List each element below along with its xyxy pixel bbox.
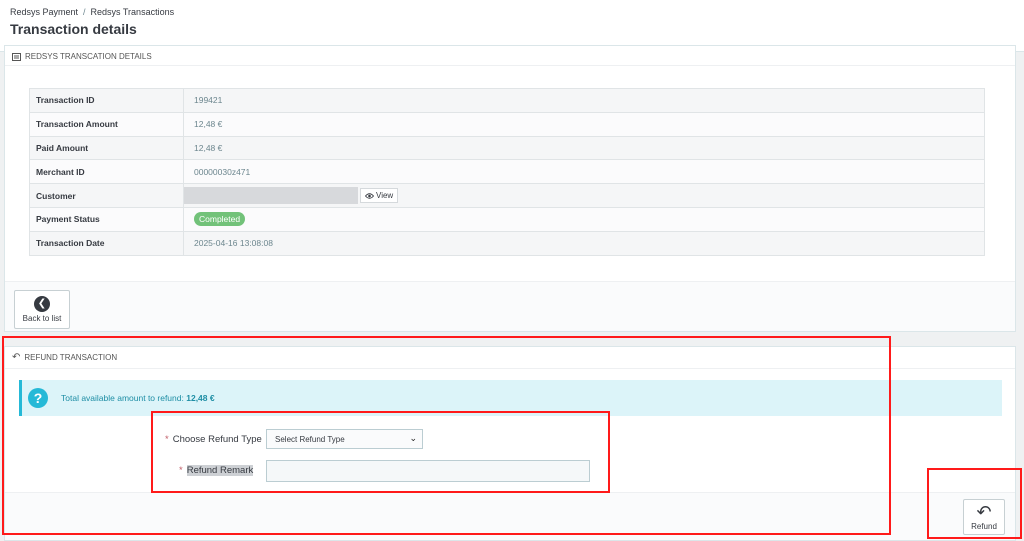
- refund-remark-label: * Refund Remark: [179, 465, 254, 476]
- table-row: Transaction ID 199421: [29, 88, 985, 113]
- refund-remark-input[interactable]: [266, 460, 590, 482]
- refund-type-select[interactable]: Select Refund Type ⌄: [266, 429, 423, 449]
- refund-type-selected: Select Refund Type: [275, 434, 345, 444]
- view-customer-button[interactable]: View: [360, 188, 399, 204]
- refund-heading: REFUND TRANSACTION: [24, 353, 118, 362]
- chevron-down-icon: ⌄: [409, 433, 417, 443]
- eye-icon: [365, 192, 374, 199]
- customer-value: View: [183, 183, 985, 208]
- reply-icon: ↶: [12, 352, 21, 363]
- panel-heading: ↶ REFUND TRANSACTION: [5, 347, 1015, 369]
- row-label: Transaction Amount: [29, 111, 184, 137]
- transaction-details-panel: REDSYS TRANSCATION DETAILS Transaction I…: [4, 45, 1016, 332]
- transaction-details-table: Transaction ID 199421 Transaction Amount…: [29, 88, 985, 256]
- table-row: Merchant ID 00000030z471: [29, 159, 985, 184]
- panel-heading: REDSYS TRANSCATION DETAILS: [5, 46, 1015, 66]
- back-to-list-button[interactable]: ❮ Back to list: [14, 290, 70, 329]
- transaction-amount-value: 12,48 €: [183, 111, 985, 137]
- refund-button[interactable]: ↶ Refund: [963, 499, 1005, 535]
- refund-type-label: * Choose Refund Type: [165, 434, 262, 445]
- back-to-list-label: Back to list: [22, 314, 62, 323]
- refund-button-label: Refund: [971, 521, 997, 531]
- question-circle-icon: ?: [28, 388, 48, 408]
- refund-remark-label-text: Refund Remark: [186, 465, 254, 476]
- arrow-left-circle-icon: ❮: [34, 296, 50, 312]
- breadcrumb-separator: /: [83, 7, 86, 17]
- row-label: Payment Status: [29, 206, 184, 232]
- table-row: Customer View: [29, 183, 985, 208]
- row-label: Merchant ID: [29, 159, 184, 184]
- table-row: Payment Status Completed: [29, 206, 985, 232]
- breadcrumb: Redsys Payment / Redsys Transactions: [10, 7, 174, 17]
- alert-amount: 12,48 €: [186, 393, 215, 403]
- required-marker: *: [165, 434, 169, 445]
- refund-info-alert: ? Total available amount to refund: 12,4…: [19, 380, 1002, 416]
- alert-message: Total available amount to refund: 12,48 …: [61, 393, 215, 403]
- transaction-date-value: 2025-04-16 13:08:08: [183, 230, 985, 256]
- table-row: Transaction Date 2025-04-16 13:08:08: [29, 230, 985, 256]
- merchant-id-value: 00000030z471: [183, 159, 985, 184]
- refund-transaction-panel: ↶ REFUND TRANSACTION ? Total available a…: [4, 346, 1016, 541]
- required-marker: *: [179, 465, 183, 476]
- panel-footer: [5, 492, 1015, 540]
- row-label: Customer: [29, 183, 184, 208]
- table-row: Transaction Amount 12,48 €: [29, 111, 985, 137]
- details-heading: REDSYS TRANSCATION DETAILS: [25, 52, 152, 61]
- row-label: Transaction Date: [29, 230, 184, 256]
- page-title: Transaction details: [10, 21, 137, 37]
- redacted-customer-name: [184, 187, 358, 205]
- panel-footer: ❮ Back to list: [5, 281, 1015, 331]
- list-icon: [12, 53, 21, 61]
- payment-status-value: Completed: [183, 206, 985, 232]
- breadcrumb-redsys-payment[interactable]: Redsys Payment: [10, 7, 78, 17]
- row-label: Paid Amount: [29, 135, 184, 160]
- transaction-id-value: 199421: [194, 95, 223, 106]
- refund-type-label-text: Choose Refund Type: [172, 434, 262, 445]
- view-button-label: View: [376, 191, 394, 201]
- status-badge: Completed: [194, 212, 246, 227]
- alert-text: Total available amount to refund:: [61, 393, 184, 403]
- paid-amount-value: 12,48 €: [183, 135, 985, 160]
- breadcrumb-redsys-transactions[interactable]: Redsys Transactions: [91, 7, 175, 17]
- row-label: Transaction ID: [29, 88, 184, 113]
- reply-icon: ↶: [976, 501, 992, 522]
- table-row: Paid Amount 12,48 €: [29, 135, 985, 160]
